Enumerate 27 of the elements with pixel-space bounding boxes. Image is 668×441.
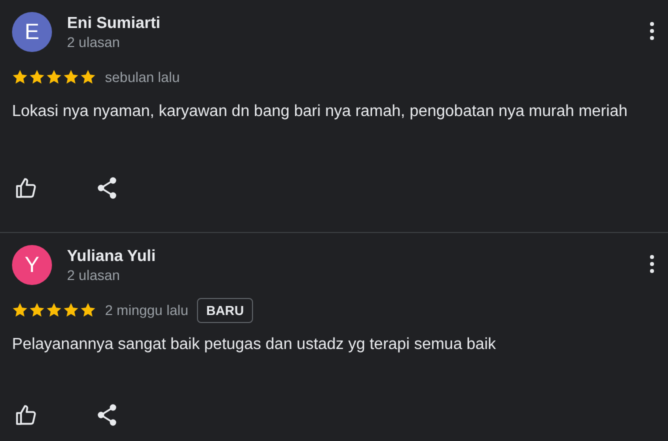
star-icon <box>29 69 45 85</box>
reviewer-name[interactable]: Yuliana Yuli <box>67 248 156 266</box>
star-icon <box>63 302 79 318</box>
reviewer-name[interactable]: Eni Sumiarti <box>67 15 160 33</box>
thumbs-up-icon[interactable] <box>14 403 38 427</box>
star-icon <box>46 302 62 318</box>
review-count: 2 ulasan <box>67 266 121 284</box>
star-icon <box>46 69 62 85</box>
star-icon <box>29 302 45 318</box>
star-icon <box>12 302 28 318</box>
star-icon <box>80 69 96 85</box>
more-options-icon[interactable] <box>650 22 654 40</box>
thumbs-up-icon[interactable] <box>14 176 38 200</box>
review-time: sebulan lalu <box>105 69 180 85</box>
review-count: 2 ulasan <box>67 33 121 51</box>
star-icon <box>12 69 28 85</box>
avatar[interactable]: E <box>12 12 52 52</box>
share-icon[interactable] <box>96 176 118 200</box>
more-options-icon[interactable] <box>650 255 654 273</box>
review-text: Pelayanannya sangat baik petugas dan ustadz yg terapi semua baik <box>12 335 497 355</box>
new-badge: BARU <box>197 298 253 322</box>
star-icon <box>63 69 79 85</box>
review-time: 2 minggu lalu <box>105 302 188 318</box>
avatar[interactable]: Y <box>12 245 52 285</box>
star-icon <box>80 302 96 318</box>
review-text: Lokasi nya nyaman, karyawan dn bang bari nya ramah, pengobatan nya murah meriah <box>12 102 628 122</box>
share-icon[interactable] <box>96 403 118 427</box>
